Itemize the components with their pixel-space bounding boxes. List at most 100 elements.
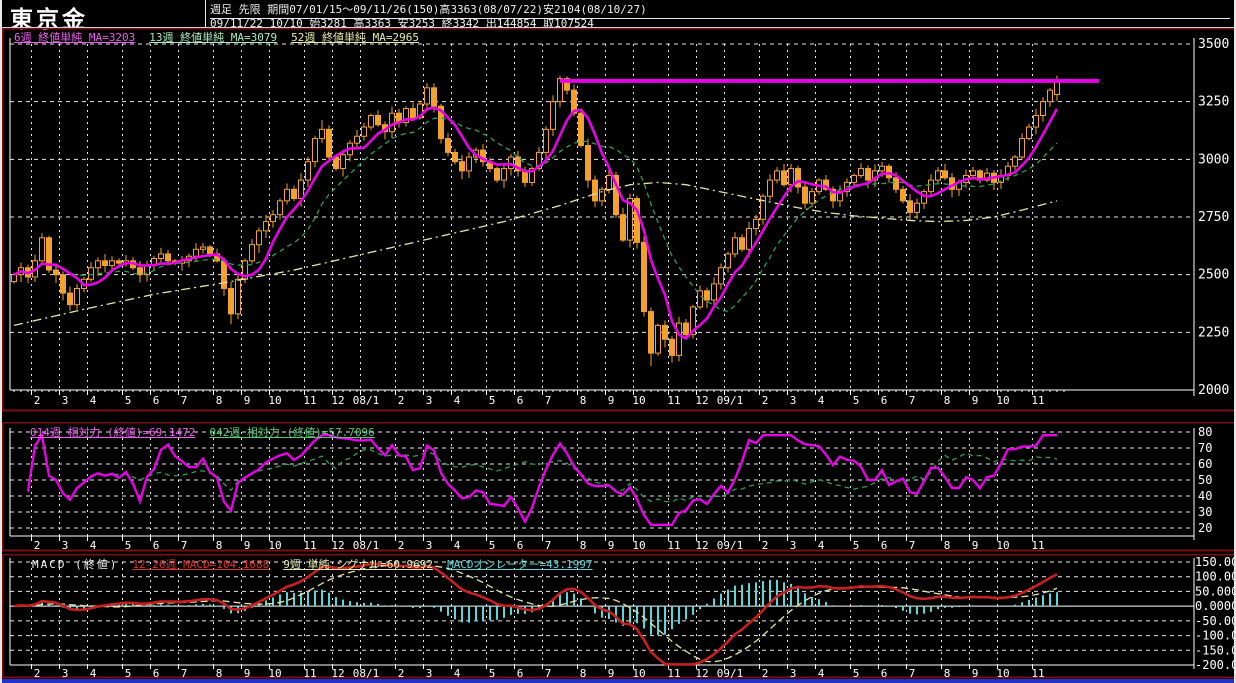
svg-text:2250: 2250 (1198, 325, 1229, 340)
svg-text:5: 5 (125, 539, 132, 552)
macd-panel[interactable]: 150.0000100.000050.00000.0000-50.0000-10… (2, 554, 1236, 679)
svg-text:2000: 2000 (1198, 383, 1229, 398)
svg-text:6: 6 (153, 667, 160, 679)
svg-text:10: 10 (632, 667, 645, 679)
svg-text:9: 9 (608, 667, 615, 679)
svg-text:8: 8 (216, 539, 223, 552)
svg-text:09/1: 09/1 (717, 667, 744, 679)
svg-text:5: 5 (853, 394, 860, 407)
svg-text:11: 11 (667, 394, 680, 407)
svg-text:9: 9 (244, 667, 251, 679)
svg-text:08/1: 08/1 (353, 539, 380, 552)
svg-text:4: 4 (818, 394, 825, 407)
chart-terminal-window: 東京金 週足 先限 期間07/01/15～09/11/26(150)高3363(… (0, 0, 1236, 683)
svg-text:-100.0000: -100.0000 (1195, 629, 1236, 643)
svg-text:6: 6 (881, 394, 888, 407)
macd-title: MACD (終値) (32, 558, 119, 571)
svg-text:3: 3 (426, 539, 433, 552)
candles-layer (11, 75, 1060, 367)
svg-text:8: 8 (580, 539, 587, 552)
svg-text:7: 7 (181, 539, 188, 552)
svg-text:-50.0000: -50.0000 (1195, 614, 1236, 628)
svg-text:2: 2 (34, 539, 41, 552)
svg-text:7: 7 (545, 667, 552, 679)
svg-text:5: 5 (489, 539, 496, 552)
svg-text:9: 9 (608, 394, 615, 407)
svg-text:6: 6 (881, 539, 888, 552)
svg-text:3000: 3000 (1198, 152, 1229, 167)
moving-average-layer (13, 106, 1059, 341)
svg-text:12: 12 (695, 394, 708, 407)
legend-item: 6週 終値単純 MA=3203 (14, 31, 136, 44)
svg-text:5: 5 (125, 667, 132, 679)
svg-text:2: 2 (762, 394, 769, 407)
svg-text:2: 2 (762, 539, 769, 552)
svg-text:20: 20 (1198, 521, 1212, 535)
legend-item: 13週 終値単純 MA=3079 (149, 31, 278, 44)
rsi-panel[interactable]: 80 70 60 50 40 30 20 2 3 4 5 6 7 8 9 10 11 12 08/1 2 3 4 5 6 7 8 9… (2, 422, 1236, 552)
svg-text:5: 5 (853, 539, 860, 552)
svg-text:6: 6 (517, 667, 524, 679)
svg-text:10: 10 (268, 394, 281, 407)
svg-text:5: 5 (489, 667, 496, 679)
svg-text:6: 6 (153, 394, 160, 407)
rsi-legend: 014週 相対力 (終値)=69.1472 042週 相対力 (終値)=57.70… (30, 424, 389, 440)
svg-text:8: 8 (216, 667, 223, 679)
svg-text:11: 11 (667, 667, 680, 679)
svg-text:10: 10 (996, 539, 1009, 552)
svg-text:4: 4 (90, 667, 97, 679)
legend-item: MACDオシレーター=43.1997 (447, 558, 593, 571)
svg-text:7: 7 (909, 394, 916, 407)
svg-text:2750: 2750 (1198, 210, 1229, 225)
svg-text:5: 5 (125, 394, 132, 407)
svg-text:80: 80 (1198, 425, 1212, 439)
svg-text:12: 12 (331, 667, 344, 679)
svg-text:4: 4 (90, 394, 97, 407)
macd-lines-layer (13, 562, 1058, 666)
svg-text:8: 8 (216, 394, 223, 407)
svg-text:8: 8 (944, 539, 951, 552)
svg-text:09/1: 09/1 (717, 394, 744, 407)
svg-text:5: 5 (489, 394, 496, 407)
svg-text:3500: 3500 (1198, 37, 1229, 52)
svg-text:3: 3 (426, 394, 433, 407)
svg-text:8: 8 (944, 667, 951, 679)
svg-text:9: 9 (608, 539, 615, 552)
svg-text:6: 6 (517, 394, 524, 407)
header-bar: 東京金 週足 先限 期間07/01/15～09/11/26(150)高3363(… (2, 0, 1234, 33)
svg-text:7: 7 (181, 394, 188, 407)
svg-text:3: 3 (790, 394, 797, 407)
ma-legend: 6週 終値単純 MA=3203 13週 終値単純 MA=3079 52週 終値単純 … (14, 29, 433, 45)
svg-text:2: 2 (398, 394, 405, 407)
svg-text:3: 3 (62, 539, 69, 552)
header-divider (205, 0, 206, 28)
svg-text:30: 30 (1198, 505, 1212, 519)
svg-text:4: 4 (90, 539, 97, 552)
svg-text:3: 3 (790, 667, 797, 679)
svg-text:9: 9 (972, 394, 979, 407)
svg-text:10: 10 (268, 667, 281, 679)
svg-text:3: 3 (790, 539, 797, 552)
svg-text:4: 4 (818, 667, 825, 679)
svg-text:6: 6 (881, 667, 888, 679)
svg-text:11: 11 (303, 394, 316, 407)
svg-text:2: 2 (398, 667, 405, 679)
svg-text:9: 9 (244, 539, 251, 552)
svg-text:8: 8 (580, 394, 587, 407)
svg-text:2500: 2500 (1198, 268, 1229, 283)
macd-legend: MACD (終値) 12-26週 MACD=104.1688 9週 単純 シグナル=… (32, 556, 607, 572)
axes-layer (9, 428, 1195, 541)
svg-text:10: 10 (268, 539, 281, 552)
svg-text:09/1: 09/1 (717, 539, 744, 552)
svg-text:6: 6 (517, 539, 524, 552)
svg-text:9: 9 (972, 667, 979, 679)
svg-text:08/1: 08/1 (353, 394, 380, 407)
svg-text:10: 10 (632, 394, 645, 407)
svg-text:7: 7 (909, 667, 916, 679)
price-chart-panel[interactable]: 3500 3250 3000 2750 2500 2250 2000 2 3 4 5 6 7 8 9 10 11… (2, 28, 1236, 412)
grid-layer (10, 43, 1194, 391)
svg-text:10: 10 (996, 394, 1009, 407)
svg-text:12: 12 (331, 539, 344, 552)
svg-text:7: 7 (181, 667, 188, 679)
svg-text:50.0000: 50.0000 (1195, 584, 1236, 598)
